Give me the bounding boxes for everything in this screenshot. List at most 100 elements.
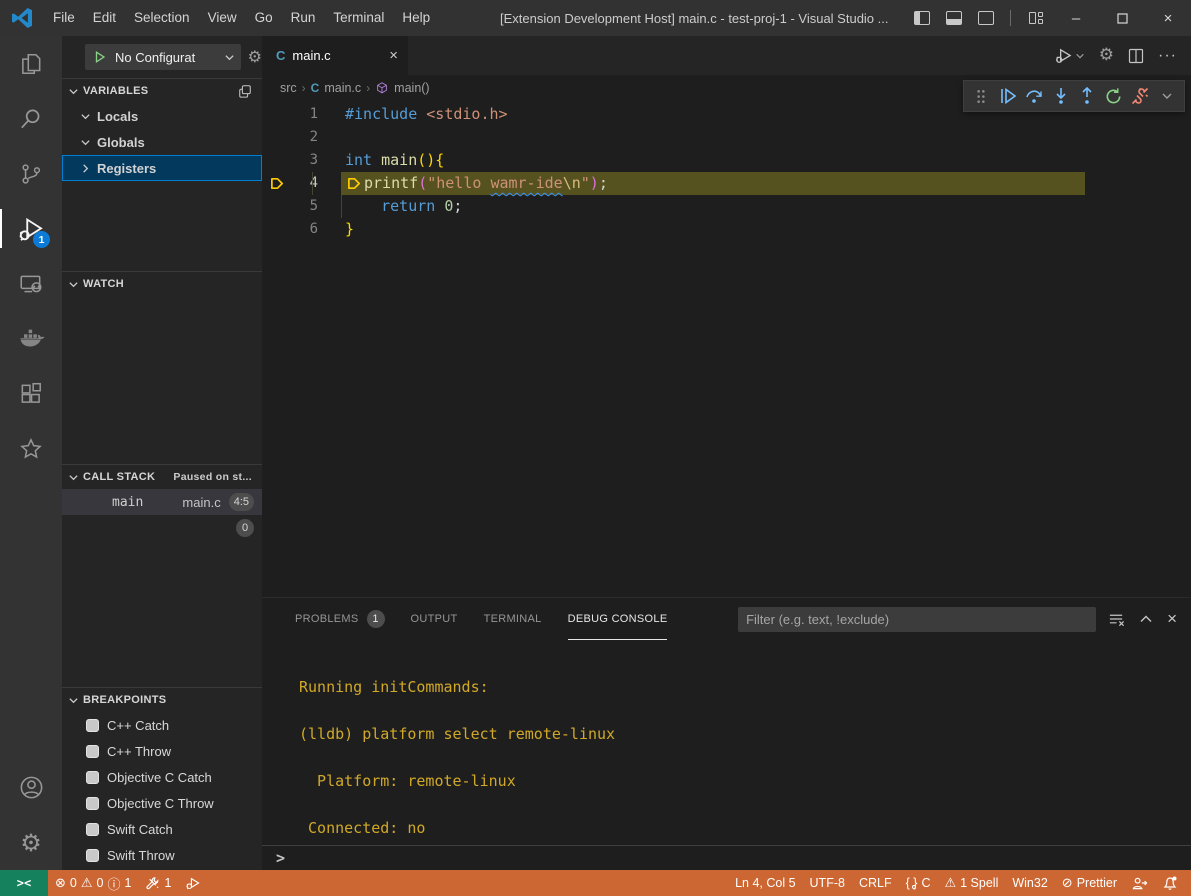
restart-icon[interactable] bbox=[1103, 83, 1126, 109]
notifications-item[interactable] bbox=[1155, 870, 1185, 896]
customize-layout-icon[interactable] bbox=[1029, 12, 1043, 24]
step-out-icon[interactable] bbox=[1076, 83, 1099, 109]
watch-header[interactable]: WATCH bbox=[62, 272, 262, 296]
filter-input[interactable] bbox=[738, 612, 1096, 627]
formatter-status[interactable]: ⊘ Prettier bbox=[1055, 870, 1124, 896]
disconnect-icon[interactable] bbox=[1129, 83, 1152, 109]
close-tab-icon[interactable]: × bbox=[389, 47, 398, 64]
inline-breakpoint-arrow-icon bbox=[347, 176, 362, 191]
eol-sequence[interactable]: CRLF bbox=[852, 870, 899, 896]
breakpoint-row[interactable]: Swift Throw bbox=[62, 842, 262, 868]
tab-terminal[interactable]: TERMINAL bbox=[484, 598, 542, 640]
glyph-margin[interactable] bbox=[262, 149, 288, 172]
menu-view[interactable]: View bbox=[199, 0, 246, 36]
activity-settings[interactable]: ⚙ bbox=[0, 815, 62, 870]
chevron-down-icon[interactable] bbox=[1156, 83, 1179, 109]
activity-accounts[interactable] bbox=[0, 760, 62, 815]
close-panel-icon[interactable]: × bbox=[1167, 609, 1177, 629]
maximize-panel-icon[interactable] bbox=[1139, 612, 1153, 626]
breakpoint-row[interactable]: C++ Catch bbox=[62, 712, 262, 738]
remote-indicator[interactable]: >< bbox=[0, 870, 48, 896]
breakpoint-row[interactable]: Objective C Catch bbox=[62, 764, 262, 790]
close-window-button[interactable]: × bbox=[1145, 0, 1191, 36]
cursor-position[interactable]: Ln 4, Col 5 bbox=[728, 870, 802, 896]
menu-selection[interactable]: Selection bbox=[125, 0, 199, 36]
activity-source-control[interactable] bbox=[0, 146, 62, 201]
glyph-margin[interactable] bbox=[262, 103, 288, 126]
activity-search[interactable] bbox=[0, 91, 62, 146]
breadcrumb-folder[interactable]: src bbox=[280, 81, 297, 95]
activity-extensions[interactable] bbox=[0, 366, 62, 421]
stack-frame-row[interactable]: main main.c 4:5 bbox=[62, 489, 262, 515]
maximize-button[interactable] bbox=[1099, 0, 1145, 36]
platform-status[interactable]: Win32 bbox=[1005, 870, 1054, 896]
step-into-icon[interactable] bbox=[1050, 83, 1073, 109]
glyph-margin[interactable] bbox=[262, 218, 288, 241]
menu-terminal[interactable]: Terminal bbox=[324, 0, 393, 36]
tab-problems[interactable]: PROBLEMS 1 bbox=[295, 598, 385, 640]
menu-help[interactable]: Help bbox=[393, 0, 439, 36]
tab-debug-console[interactable]: DEBUG CONSOLE bbox=[568, 598, 668, 640]
continue-icon[interactable] bbox=[997, 83, 1020, 109]
menu-go[interactable]: Go bbox=[246, 0, 282, 36]
debug-console-output[interactable]: Running initCommands: (lldb) platform se… bbox=[262, 640, 1191, 845]
thread-row[interactable]: 0 bbox=[62, 515, 262, 541]
toolbar-drag-handle[interactable] bbox=[970, 83, 993, 109]
spell-checker-status[interactable]: ⚠ 1 Spell bbox=[937, 870, 1005, 896]
more-actions-icon[interactable]: ··· bbox=[1158, 47, 1177, 65]
activity-docker[interactable] bbox=[0, 311, 62, 366]
language-mode[interactable]: { } C bbox=[899, 870, 938, 896]
breadcrumb-file[interactable]: main.c bbox=[324, 81, 361, 95]
debug-status[interactable] bbox=[178, 870, 208, 896]
window-title: [Extension Development Host] main.c - te… bbox=[500, 11, 888, 26]
menu-file[interactable]: File bbox=[44, 0, 84, 36]
minimize-button[interactable]: – bbox=[1053, 0, 1099, 36]
breadcrumb-symbol[interactable]: main() bbox=[394, 81, 429, 95]
feedback-item[interactable] bbox=[1124, 870, 1155, 896]
variables-scope-locals[interactable]: Locals bbox=[62, 103, 262, 129]
menu-edit[interactable]: Edit bbox=[84, 0, 125, 36]
variables-scope-globals[interactable]: Globals bbox=[62, 129, 262, 155]
activity-favorites[interactable] bbox=[0, 421, 62, 476]
checkbox[interactable] bbox=[86, 823, 99, 836]
console-line: Connected: no bbox=[299, 817, 1191, 841]
step-over-icon[interactable] bbox=[1023, 83, 1046, 109]
clear-console-icon[interactable] bbox=[1108, 611, 1125, 628]
launch-config-dropdown[interactable]: No Configurat bbox=[85, 44, 241, 70]
open-launch-json-gear-icon[interactable]: ⚙ bbox=[248, 49, 262, 65]
checkbox[interactable] bbox=[86, 849, 99, 862]
code-editor[interactable]: 1 #include <stdio.h> 2 3 int main(){ 4 p… bbox=[262, 100, 1191, 597]
activity-remote-explorer[interactable] bbox=[0, 256, 62, 311]
toggle-sidebar-icon[interactable] bbox=[914, 11, 930, 25]
run-or-debug-button[interactable] bbox=[1054, 46, 1085, 65]
tools-status[interactable]: 1 bbox=[138, 870, 178, 896]
glyph-margin[interactable] bbox=[262, 172, 288, 195]
encoding[interactable]: UTF-8 bbox=[803, 870, 852, 896]
breakpoint-row[interactable]: C++ Throw bbox=[62, 738, 262, 764]
breakpoints-header[interactable]: BREAKPOINTS bbox=[62, 688, 262, 712]
variables-scope-registers[interactable]: Registers bbox=[62, 155, 262, 181]
console-input-row[interactable]: > bbox=[262, 845, 1191, 870]
tab-output[interactable]: OUTPUT bbox=[411, 598, 458, 640]
activity-explorer[interactable] bbox=[0, 36, 62, 91]
toggle-secondary-sidebar-icon[interactable] bbox=[978, 11, 994, 25]
checkbox[interactable] bbox=[86, 771, 99, 784]
breakpoint-row[interactable]: Swift Catch bbox=[62, 816, 262, 842]
toggle-panel-icon[interactable] bbox=[946, 11, 962, 25]
breakpoint-row[interactable]: Objective C Throw bbox=[62, 790, 262, 816]
glyph-margin[interactable] bbox=[262, 195, 288, 218]
copy-icon[interactable] bbox=[238, 84, 252, 98]
variables-header[interactable]: VARIABLES bbox=[62, 79, 262, 103]
gear-icon[interactable]: ⚙ bbox=[1099, 47, 1114, 64]
checkbox[interactable] bbox=[86, 797, 99, 810]
call-stack-header[interactable]: CALL STACK Paused on st... bbox=[62, 465, 262, 489]
console-filter[interactable] bbox=[738, 607, 1096, 632]
split-editor-icon[interactable] bbox=[1128, 48, 1144, 64]
activity-run-debug[interactable]: 1 bbox=[0, 201, 62, 256]
problems-status[interactable]: ⊗0 ⚠0 ⓘ1 bbox=[48, 870, 138, 896]
tab-main-c[interactable]: C main.c × bbox=[262, 36, 408, 75]
menu-run[interactable]: Run bbox=[282, 0, 325, 36]
checkbox[interactable] bbox=[86, 745, 99, 758]
checkbox[interactable] bbox=[86, 719, 99, 732]
glyph-margin[interactable] bbox=[262, 126, 288, 149]
